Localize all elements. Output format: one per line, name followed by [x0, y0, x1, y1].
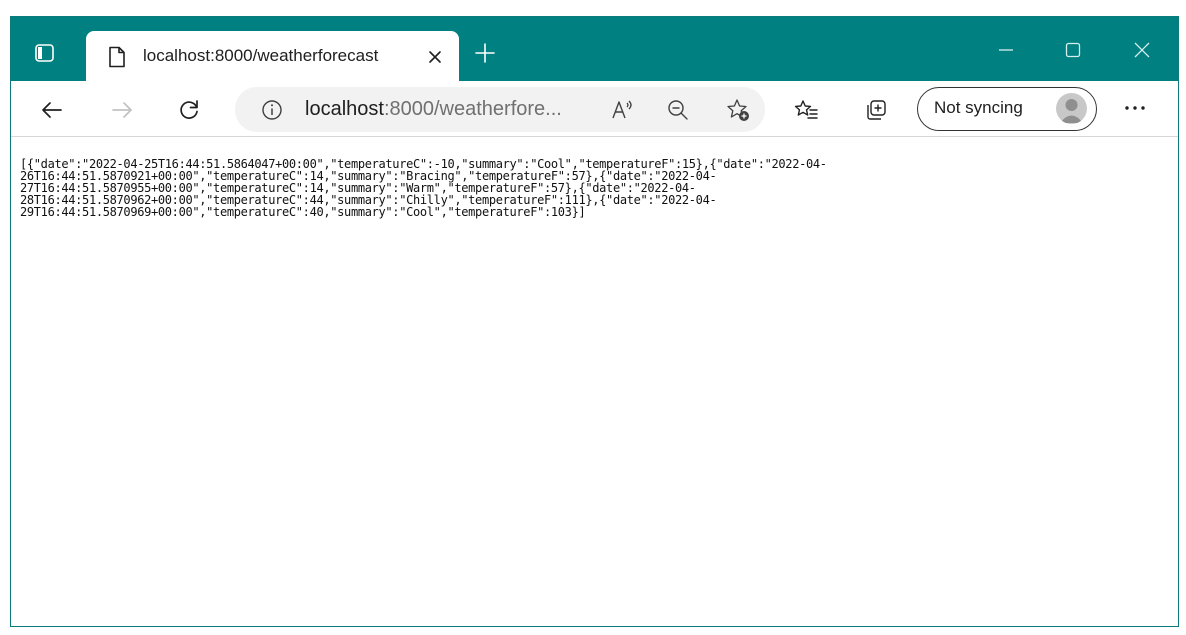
url-host: localhost: [305, 98, 384, 120]
json-line-5: 29T16:44:51.5870969+00:00","temperatureC…: [20, 205, 586, 219]
browser-window: localhost:8000/weatherforecast localhost…: [10, 16, 1179, 627]
avatar-icon: [1056, 93, 1087, 124]
title-bar: localhost:8000/weatherforecast: [11, 17, 1178, 81]
profile-label: Not syncing: [934, 98, 1023, 117]
active-tab[interactable]: localhost:8000/weatherforecast: [86, 31, 459, 81]
close-icon[interactable]: [1129, 37, 1155, 63]
url-path: :8000/weatherfore...: [383, 98, 562, 120]
forward-arrow-icon[interactable]: [109, 97, 135, 123]
toolbar: localhost:8000/weatherfore... Not syncin…: [11, 81, 1178, 137]
plus-icon[interactable]: [473, 41, 497, 65]
read-aloud-icon[interactable]: [609, 97, 635, 123]
page-icon: [108, 46, 126, 68]
minimize-icon[interactable]: [993, 37, 1019, 63]
url-text[interactable]: localhost:8000/weatherfore...: [305, 98, 562, 121]
refresh-icon[interactable]: [176, 97, 202, 123]
address-bar[interactable]: localhost:8000/weatherfore...: [235, 87, 765, 132]
back-arrow-icon[interactable]: [39, 97, 65, 123]
close-icon[interactable]: [424, 46, 446, 68]
more-icon[interactable]: [1121, 95, 1149, 121]
star-plus-icon[interactable]: [725, 97, 751, 123]
favorites-icon[interactable]: [793, 97, 819, 123]
maximize-icon[interactable]: [1060, 37, 1086, 63]
zoom-out-icon[interactable]: [665, 97, 691, 123]
info-icon[interactable]: [259, 97, 285, 123]
profile-button[interactable]: Not syncing: [917, 87, 1097, 131]
collections-icon[interactable]: [863, 97, 889, 123]
tab-title: localhost:8000/weatherforecast: [143, 46, 379, 65]
page-content: [{"date":"2022-04-25T16:44:51.5864047+00…: [11, 137, 1178, 626]
tab-actions-icon[interactable]: [31, 41, 59, 65]
